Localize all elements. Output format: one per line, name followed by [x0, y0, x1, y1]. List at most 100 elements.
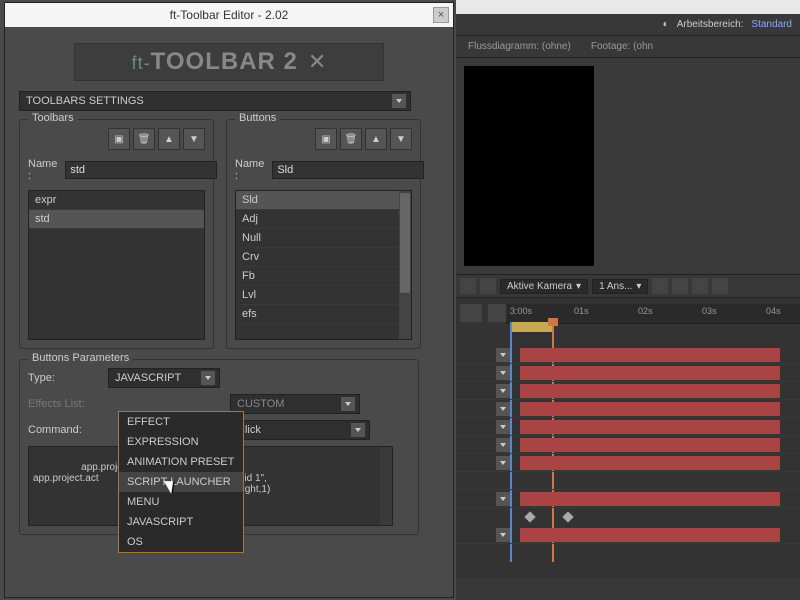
chevron-down-icon[interactable]: [496, 456, 510, 470]
layer-row[interactable]: [456, 526, 800, 544]
toolbars-fieldset: Toolbars ▣ 🗑 ▲ ▼ Name : expr std: [19, 119, 214, 349]
views-dropdown[interactable]: 1 Ans...▾: [592, 279, 648, 294]
mask-icon[interactable]: [480, 278, 496, 294]
scrollbar[interactable]: [399, 191, 411, 339]
list-item[interactable]: Null: [236, 229, 411, 248]
ae-header: ◐ Arbeitsbereich: Standard: [456, 14, 800, 36]
logo-text: TOOLBAR 2: [151, 48, 298, 75]
chevron-down-icon[interactable]: [496, 492, 510, 506]
ae-window-chrome: [456, 0, 800, 14]
new-button-button[interactable]: ▣: [315, 128, 337, 150]
scrollbar[interactable]: [380, 447, 392, 525]
layer-bar[interactable]: [520, 528, 780, 542]
chevron-down-icon[interactable]: [496, 366, 510, 380]
move-up-button[interactable]: ▲: [158, 128, 180, 150]
list-item[interactable]: Adj: [236, 210, 411, 229]
scrollbar-thumb[interactable]: [400, 193, 410, 293]
name-label: Name :: [28, 158, 57, 182]
name-label: Name :: [235, 158, 264, 182]
layer-bar[interactable]: [520, 456, 780, 470]
close-button[interactable]: ×: [433, 7, 449, 23]
list-item[interactable]: expr: [29, 191, 204, 210]
type-label: Type:: [28, 372, 98, 384]
dropdown-option[interactable]: SCRIPT LAUNCHER: [119, 472, 243, 492]
move-down-button[interactable]: ▼: [390, 128, 412, 150]
eye-icon: ◐: [663, 19, 669, 30]
layer-row[interactable]: [456, 346, 800, 364]
fieldset-legend: Toolbars: [28, 112, 78, 124]
ft-toolbar-editor-dialog: ft-Toolbar Editor - 2.02 × ft-TOOLBAR 2 …: [4, 2, 454, 598]
new-toolbar-button[interactable]: ▣: [108, 128, 130, 150]
list-item[interactable]: Crv: [236, 248, 411, 267]
keyframe-icon[interactable]: [524, 511, 535, 522]
dropdown-option[interactable]: MENU: [119, 492, 243, 512]
tick: 01s: [574, 306, 589, 316]
footage-tab[interactable]: Footage: (ohn: [591, 41, 653, 52]
delete-toolbar-button[interactable]: 🗑: [133, 128, 155, 150]
list-item[interactable]: Lvl: [236, 286, 411, 305]
tick: 3:00s: [510, 306, 532, 316]
tb-icon-4[interactable]: [712, 278, 728, 294]
dropdown-option[interactable]: EFFECT: [119, 412, 243, 432]
chevron-down-icon[interactable]: [496, 420, 510, 434]
type-dropdown-menu[interactable]: EFFECT EXPRESSION ANIMATION PRESET SCRIP…: [118, 411, 244, 553]
list-item[interactable]: efs: [236, 305, 411, 324]
chevron-down-icon[interactable]: [496, 438, 510, 452]
tl-icon-1[interactable]: [460, 304, 482, 322]
dropdown-value: CUSTOM: [237, 398, 284, 410]
preview-viewport[interactable]: [464, 66, 594, 266]
layer-bar[interactable]: [520, 384, 780, 398]
command-dropdown[interactable]: Click: [230, 420, 370, 440]
dropdown-option[interactable]: ANIMATION PRESET: [119, 452, 243, 472]
button-name-input[interactable]: [272, 161, 424, 179]
move-up-button[interactable]: ▲: [365, 128, 387, 150]
tick: 03s: [702, 306, 717, 316]
dropdown-option[interactable]: EXPRESSION: [119, 432, 243, 452]
layer-bar[interactable]: [520, 402, 780, 416]
toolbar-name-input[interactable]: [65, 161, 217, 179]
list-item[interactable]: std: [29, 210, 204, 229]
titlebar[interactable]: ft-Toolbar Editor - 2.02 ×: [5, 3, 453, 27]
layer-bar[interactable]: [520, 438, 780, 452]
list-item[interactable]: Sld: [236, 191, 411, 210]
chevron-down-icon[interactable]: [496, 402, 510, 416]
list-item[interactable]: Fb: [236, 267, 411, 286]
chevron-down-icon[interactable]: [496, 348, 510, 362]
chevron-down-icon: [341, 397, 355, 411]
flowchart-tab[interactable]: Flussdiagramm: (ohne): [468, 41, 571, 52]
layer-bar[interactable]: [520, 348, 780, 362]
move-down-button[interactable]: ▼: [183, 128, 205, 150]
buttons-listbox[interactable]: Sld Adj Null Crv Fb Lvl efs: [235, 190, 412, 340]
layer-bar[interactable]: [520, 492, 780, 506]
tb-icon-1[interactable]: [652, 278, 668, 294]
layer-row[interactable]: [456, 454, 800, 472]
tb-icon-2[interactable]: [672, 278, 688, 294]
dropdown-option[interactable]: JAVASCRIPT: [119, 512, 243, 532]
toolbars-settings-dropdown[interactable]: TOOLBARS SETTINGS: [19, 91, 411, 111]
camera-dropdown[interactable]: Aktive Kamera▾: [500, 279, 588, 294]
dropdown-option[interactable]: OS: [119, 532, 243, 552]
layer-row[interactable]: [456, 400, 800, 418]
tick: 04s: [766, 306, 781, 316]
layer-row[interactable]: [456, 382, 800, 400]
layer-row[interactable]: [456, 364, 800, 382]
tb-icon-3[interactable]: [692, 278, 708, 294]
effects-list-dropdown[interactable]: CUSTOM: [230, 394, 360, 414]
layer-row[interactable]: [456, 472, 800, 490]
type-dropdown[interactable]: JAVASCRIPT: [108, 368, 220, 388]
workspace-dropdown[interactable]: Standard: [751, 19, 792, 30]
composition-preview: [456, 58, 800, 274]
keyframe-icon[interactable]: [562, 511, 573, 522]
layer-row[interactable]: [456, 418, 800, 436]
grid-icon[interactable]: [460, 278, 476, 294]
preview-toolbar: Aktive Kamera▾ 1 Ans...▾: [456, 274, 800, 298]
layer-row[interactable]: [456, 490, 800, 508]
chevron-down-icon[interactable]: [496, 528, 510, 542]
layer-bar[interactable]: [520, 420, 780, 434]
delete-button-button[interactable]: 🗑: [340, 128, 362, 150]
chevron-down-icon: [201, 371, 215, 385]
layer-row[interactable]: [456, 436, 800, 454]
chevron-down-icon[interactable]: [496, 384, 510, 398]
layer-bar[interactable]: [520, 366, 780, 380]
toolbars-listbox[interactable]: expr std: [28, 190, 205, 340]
